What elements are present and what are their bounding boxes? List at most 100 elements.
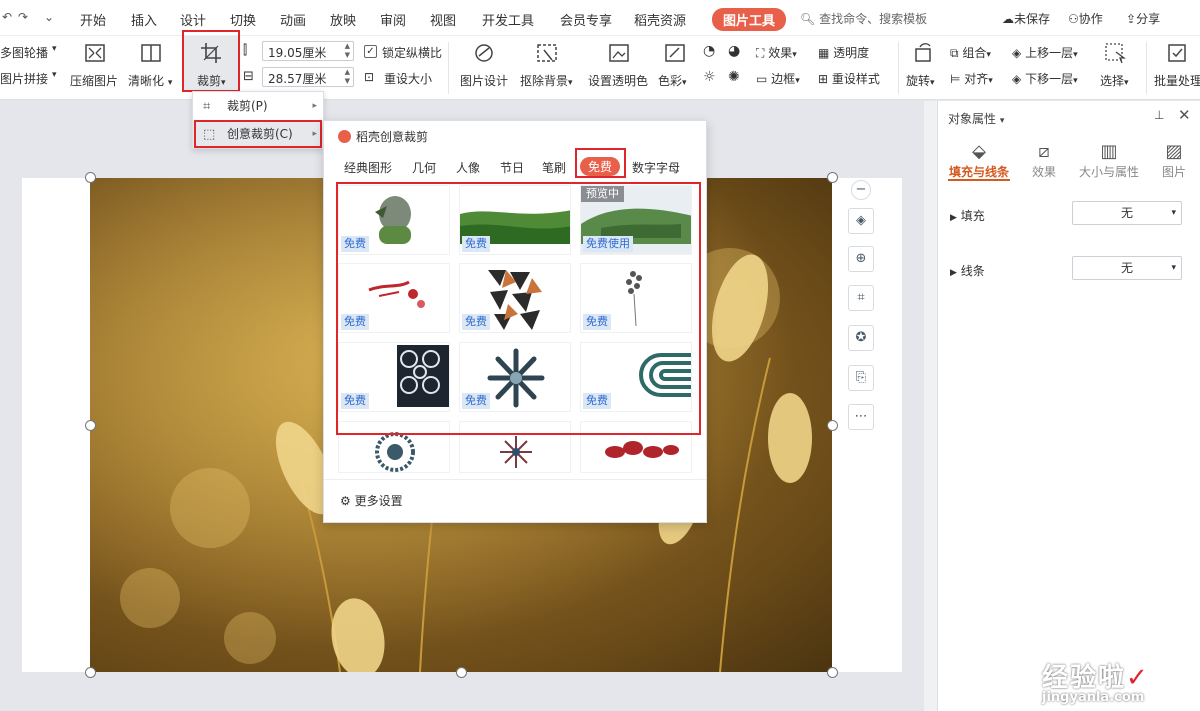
height-input[interactable]: 19.05厘米 ▲ ▼ bbox=[262, 41, 354, 61]
rotate-button[interactable]: 旋转▾ bbox=[906, 72, 935, 89]
collab-button[interactable]: ⚇协作 bbox=[1068, 10, 1103, 27]
expand-arrow-icon: ▶ bbox=[950, 213, 957, 223]
category-brush[interactable]: 笔刷 bbox=[542, 159, 566, 176]
multi-image-carousel-button[interactable]: 多图轮播 bbox=[0, 44, 48, 61]
reset-style-button[interactable]: ⊞ 重设样式 bbox=[818, 70, 880, 87]
remove-background-label: 抠除背景 bbox=[520, 74, 569, 88]
line-dropdown-icon: ▾ bbox=[1171, 263, 1176, 273]
tab-picture[interactable]: ▨ 图片 bbox=[1156, 141, 1192, 180]
carousel-dropdown-icon[interactable]: ▾ bbox=[52, 44, 57, 54]
category-numbers-letters[interactable]: 数字字母 bbox=[632, 159, 680, 176]
tab-insert[interactable]: 插入 bbox=[131, 10, 157, 29]
image-stitch-button[interactable]: 图片拼接 bbox=[0, 70, 48, 87]
width-stepper-icon[interactable]: ▲ ▼ bbox=[345, 68, 350, 86]
share-label: 分享 bbox=[1136, 12, 1161, 26]
tab-slideshow[interactable]: 放映 bbox=[330, 10, 356, 29]
fill-select[interactable]: 无 ▾ bbox=[1072, 201, 1182, 225]
contrast-up-icon[interactable]: ◔ bbox=[703, 43, 715, 59]
tab-design[interactable]: 设计 bbox=[180, 10, 206, 29]
tab-review[interactable]: 审阅 bbox=[380, 10, 406, 29]
resize-handle[interactable] bbox=[827, 667, 838, 678]
transparency-button[interactable]: ▦ 透明度 bbox=[818, 44, 869, 61]
group-dropdown-icon: ▾ bbox=[986, 50, 991, 60]
ribbon-divider bbox=[898, 42, 899, 94]
tab-animation[interactable]: 动画 bbox=[280, 10, 306, 29]
batch-process-button[interactable]: 批量处理 bbox=[1154, 72, 1200, 89]
category-holiday[interactable]: 节日 bbox=[500, 159, 524, 176]
watermark-logo: 经验啦✓ bbox=[1042, 657, 1150, 694]
resize-handle[interactable] bbox=[85, 172, 96, 183]
category-geometry[interactable]: 几何 bbox=[412, 159, 436, 176]
checkmark-icon: ✓ bbox=[1126, 663, 1150, 693]
idea-icon[interactable]: ✪ bbox=[848, 325, 874, 351]
select-button[interactable]: 选择▾ bbox=[1100, 72, 1129, 89]
layers-icon[interactable]: ◈ bbox=[848, 208, 874, 234]
category-classic-shapes[interactable]: 经典图形 bbox=[344, 159, 392, 176]
zoom-in-icon[interactable]: ⊕ bbox=[848, 246, 874, 272]
tab-fill-line[interactable]: ⬙ 填充与线条 bbox=[948, 141, 1010, 180]
sharpen-button[interactable]: 清晰化 ▾ bbox=[128, 72, 172, 89]
border-dropdown-icon: ▾ bbox=[795, 76, 800, 86]
resize-handle[interactable] bbox=[85, 420, 96, 431]
compress-icon bbox=[85, 44, 105, 62]
resize-handle[interactable] bbox=[827, 172, 838, 183]
width-input[interactable]: 28.57厘米 ▲ ▼ bbox=[262, 67, 354, 87]
search-box[interactable]: 🔍︎ 查找命令、搜索模板 bbox=[800, 10, 927, 27]
tab-effect[interactable]: ⧄ 效果 bbox=[1024, 141, 1064, 180]
reset-size-button[interactable]: 重设大小 bbox=[384, 70, 432, 87]
color-button[interactable]: 色彩▾ bbox=[658, 72, 687, 89]
compress-button[interactable]: 压缩图片 bbox=[70, 72, 118, 89]
free-category-highlight-box bbox=[575, 148, 626, 178]
zoom-out-icon[interactable]: − bbox=[851, 180, 871, 200]
lock-ratio-checkbox[interactable]: ✓ bbox=[364, 45, 377, 58]
share-button[interactable]: ⇪分享 bbox=[1126, 10, 1160, 27]
menu-item-crop[interactable]: ⌗ 裁剪(P) ▸ bbox=[193, 93, 323, 120]
fill-section-toggle[interactable]: ▶ 填充 bbox=[950, 207, 985, 224]
close-icon[interactable]: ✕ bbox=[1178, 106, 1191, 124]
image-design-button[interactable]: 图片设计 bbox=[460, 72, 508, 89]
tab-docer[interactable]: 稻壳资源 bbox=[634, 10, 686, 29]
size-icon: ▥ bbox=[1100, 141, 1118, 162]
resize-handle[interactable] bbox=[456, 667, 467, 678]
brightness-up-icon[interactable]: ☼ bbox=[703, 69, 716, 85]
category-portrait[interactable]: 人像 bbox=[456, 159, 480, 176]
remove-background-button[interactable]: 抠除背景▾ bbox=[520, 72, 573, 89]
more-icon[interactable]: ⋯ bbox=[848, 404, 874, 430]
line-select[interactable]: 无 ▾ bbox=[1072, 256, 1182, 280]
scrollbar[interactable] bbox=[924, 101, 937, 711]
brightness-down-icon[interactable]: ✺ bbox=[728, 69, 740, 85]
quick-access-more-icon[interactable]: ⌄ bbox=[44, 10, 54, 24]
tab-developer[interactable]: 开发工具 bbox=[482, 10, 534, 29]
group-button[interactable]: ⧉ 组合▾ bbox=[950, 44, 991, 61]
tab-member[interactable]: 会员专享 bbox=[560, 10, 612, 29]
crop-tool-icon[interactable]: ⌗ bbox=[848, 285, 874, 311]
bring-forward-button[interactable]: ◈ 上移一层▾ bbox=[1012, 44, 1078, 61]
height-stepper-icon[interactable]: ▲ ▼ bbox=[345, 42, 350, 60]
undo-icon[interactable]: ↶ bbox=[2, 10, 12, 24]
set-transparent-color-button[interactable]: 设置透明色 bbox=[588, 72, 648, 89]
tab-view[interactable]: 视图 bbox=[430, 10, 456, 29]
picture-icon: ▨ bbox=[1165, 141, 1183, 162]
line-section-toggle[interactable]: ▶ 线条 bbox=[950, 262, 985, 279]
effect-button[interactable]: ⛶ 效果▾ bbox=[756, 44, 797, 61]
contrast-down-icon[interactable]: ◕ bbox=[728, 43, 740, 59]
tab-transition[interactable]: 切换 bbox=[230, 10, 256, 29]
resize-handle[interactable] bbox=[827, 420, 838, 431]
tab-picture-tools[interactable]: 图片工具 bbox=[712, 8, 787, 31]
redo-icon[interactable]: ↷ bbox=[18, 10, 28, 24]
image-convert-icon[interactable]: ⎘ bbox=[848, 365, 874, 391]
border-button[interactable]: ▭ 边框▾ bbox=[756, 70, 800, 87]
reset-style-label: 重设样式 bbox=[831, 72, 880, 86]
pin-icon[interactable]: ⊥ bbox=[1154, 108, 1164, 122]
stitch-dropdown-icon[interactable]: ▾ bbox=[52, 70, 57, 80]
panel-title[interactable]: 对象属性 ▾ bbox=[948, 110, 1004, 127]
select-dropdown-icon: ▾ bbox=[1124, 78, 1129, 88]
send-backward-button[interactable]: ◈ 下移一层▾ bbox=[1012, 70, 1078, 87]
send-backward-icon: ◈ bbox=[1012, 72, 1022, 86]
resize-handle[interactable] bbox=[85, 667, 96, 678]
unsaved-button[interactable]: ☁未保存 bbox=[1002, 10, 1050, 27]
more-settings-button[interactable]: ⚙ 更多设置 bbox=[340, 492, 403, 509]
tab-size-attributes[interactable]: ▥ 大小与属性 bbox=[1076, 141, 1142, 180]
align-button[interactable]: ⊨ 对齐▾ bbox=[950, 70, 993, 87]
tab-home[interactable]: 开始 bbox=[80, 10, 106, 29]
